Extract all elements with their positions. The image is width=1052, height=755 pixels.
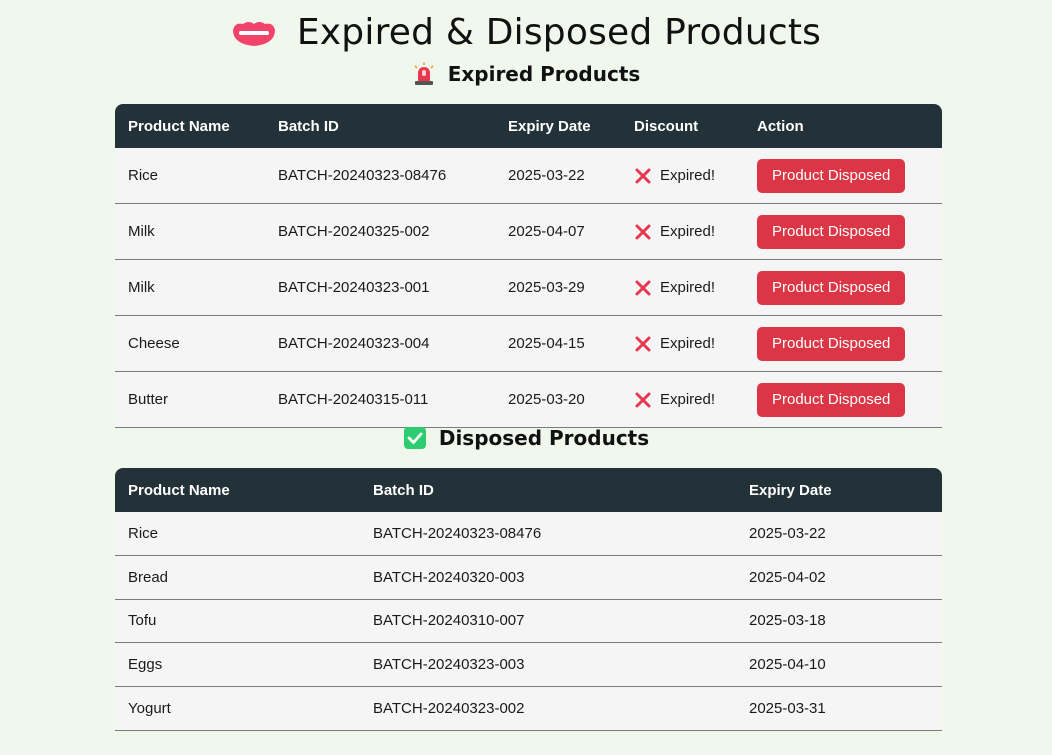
lips-icon [232,21,275,46]
column-header-expiry-date: Expiry Date [736,468,942,512]
cross-mark-icon [635,224,651,239]
product-disposed-button[interactable]: Product Disposed [757,270,906,305]
table-header-row: Product Name Batch ID Expiry Date [115,468,942,512]
product-name-cell: Milk [115,204,265,260]
batch-id-cell: BATCH-20240323-001 [265,260,495,316]
disposed-section-heading: Disposed Products [0,426,1052,450]
expiry-date-cell: 2025-03-22 [736,512,942,556]
expiry-date-cell: 2025-03-29 [495,260,621,316]
cross-mark-icon [635,280,651,295]
table-row: Yogurt BATCH-20240323-002 2025-03-31 [115,687,942,731]
table-row: Tofu BATCH-20240310-007 2025-03-18 [115,599,942,644]
product-name-cell: Butter [115,372,265,428]
disposed-section-title: Disposed Products [438,426,650,450]
table-row: Milk BATCH-20240323-001 2025-03-29 Expir… [115,260,942,316]
discount-cell: Expired! [621,316,744,372]
product-disposed-button[interactable]: Product Disposed [757,214,906,249]
batch-id-cell: BATCH-20240310-007 [360,599,736,644]
batch-id-cell: BATCH-20240325-002 [265,204,495,260]
cross-mark-icon [635,392,651,407]
action-cell: Product Disposed [744,316,942,372]
column-header-discount: Discount [621,104,744,148]
page-title: Expired & Disposed Products [296,12,822,53]
check-box-icon [403,427,426,449]
discount-cell: Expired! [621,260,744,316]
expiry-date-cell: 2025-04-07 [495,204,621,260]
expiry-date-cell: 2025-03-20 [495,372,621,428]
expired-status-label: Expired! [660,335,716,352]
product-disposed-button[interactable]: Product Disposed [757,382,906,417]
page-header: Expired & Disposed Products [0,12,1052,53]
column-header-product-name: Product Name [115,468,360,512]
expired-status-label: Expired! [660,279,716,296]
product-name-cell: Milk [115,260,265,316]
batch-id-cell: BATCH-20240323-002 [360,687,736,731]
batch-id-cell: BATCH-20240320-003 [360,555,736,600]
siren-icon [414,62,434,85]
column-header-action: Action [744,104,942,148]
expired-products-table: Product Name Batch ID Expiry Date Discou… [115,104,942,428]
discount-cell: Expired! [621,204,744,260]
table-row: Eggs BATCH-20240323-003 2025-04-10 [115,643,942,688]
cross-mark-icon [635,168,651,183]
batch-id-cell: BATCH-20240323-08476 [360,512,736,556]
expiry-date-cell: 2025-04-02 [736,555,942,600]
table-row: Rice BATCH-20240323-08476 2025-03-22 [115,512,942,556]
table-header-row: Product Name Batch ID Expiry Date Discou… [115,104,942,148]
column-header-batch-id: Batch ID [360,468,736,512]
expiry-date-cell: 2025-03-31 [736,687,942,731]
discount-cell: Expired! [621,372,744,428]
product-disposed-button[interactable]: Product Disposed [757,326,906,361]
expiry-date-cell: 2025-04-15 [495,316,621,372]
batch-id-cell: BATCH-20240315-011 [265,372,495,428]
action-cell: Product Disposed [744,204,942,260]
product-name-cell: Rice [115,148,265,204]
product-name-cell: Yogurt [115,687,360,731]
action-cell: Product Disposed [744,148,942,204]
column-header-batch-id: Batch ID [265,104,495,148]
expired-section-heading: Expired Products [0,62,1052,86]
expiry-date-cell: 2025-03-18 [736,599,942,644]
batch-id-cell: BATCH-20240323-004 [265,316,495,372]
expired-status-label: Expired! [660,167,716,184]
column-header-product-name: Product Name [115,104,265,148]
product-name-cell: Tofu [115,599,360,644]
table-row: Bread BATCH-20240320-003 2025-04-02 [115,555,942,600]
product-name-cell: Bread [115,555,360,600]
table-row: Rice BATCH-20240323-08476 2025-03-22 Exp… [115,148,942,204]
product-disposed-button[interactable]: Product Disposed [757,158,906,193]
table-row: Milk BATCH-20240325-002 2025-04-07 Expir… [115,204,942,260]
expiry-date-cell: 2025-04-10 [736,643,942,688]
product-name-cell: Rice [115,512,360,556]
expiry-date-cell: 2025-03-22 [495,148,621,204]
table-row: Cheese BATCH-20240323-004 2025-04-15 Exp… [115,316,942,372]
batch-id-cell: BATCH-20240323-08476 [265,148,495,204]
column-header-expiry-date: Expiry Date [495,104,621,148]
product-name-cell: Eggs [115,643,360,688]
batch-id-cell: BATCH-20240323-003 [360,643,736,688]
action-cell: Product Disposed [744,260,942,316]
product-name-cell: Cheese [115,316,265,372]
expired-status-label: Expired! [660,223,716,240]
action-cell: Product Disposed [744,372,942,428]
expired-status-label: Expired! [660,391,716,408]
table-row: Butter BATCH-20240315-011 2025-03-20 Exp… [115,372,942,428]
discount-cell: Expired! [621,148,744,204]
disposed-products-table: Product Name Batch ID Expiry Date Rice B… [115,468,942,731]
cross-mark-icon [635,336,651,351]
expired-section-title: Expired Products [447,62,641,86]
